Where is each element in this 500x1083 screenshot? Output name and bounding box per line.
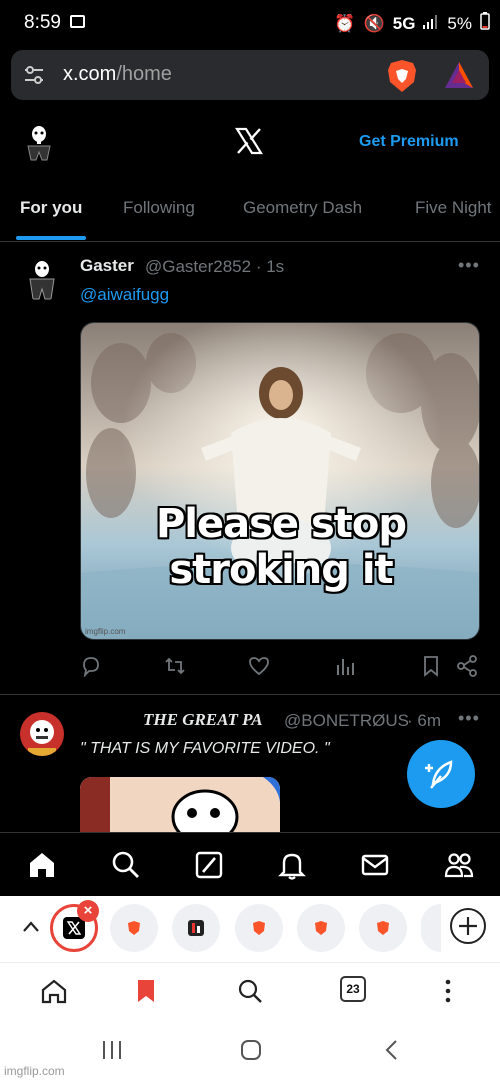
tweet[interactable]: Gaster @Gaster2852 · 1s ••• @aiwaifugg P…: [0, 243, 500, 695]
bookmark-icon[interactable]: [420, 655, 442, 677]
reply-icon[interactable]: [80, 655, 102, 677]
tweet-handle[interactable]: @BONETRØUS: [284, 711, 409, 731]
battery-percent: 5%: [447, 13, 472, 33]
communities-icon[interactable]: [443, 849, 475, 881]
image-notification-icon: [70, 15, 85, 28]
tweet-time[interactable]: · 6m: [407, 711, 441, 731]
browser-tab[interactable]: [235, 904, 283, 952]
imgflip-watermark: imgflip.com: [4, 1064, 65, 1078]
mute-icon: 🔇: [363, 13, 385, 33]
meme-caption: Please stop stroking it: [155, 501, 407, 593]
network-type: 5G: [392, 13, 416, 33]
timeline-tabs: For you Following Geometry Dash Five Nig…: [0, 188, 500, 242]
retweet-icon[interactable]: [164, 655, 186, 677]
more-options-icon[interactable]: •••: [458, 708, 480, 729]
browser-tab[interactable]: [110, 904, 158, 952]
tab-switcher-button[interactable]: 23: [340, 976, 366, 1002]
tab-following[interactable]: Following: [123, 198, 195, 218]
tab-geometry-dash[interactable]: Geometry Dash: [243, 198, 362, 218]
brave-shield-icon[interactable]: [385, 58, 419, 94]
brave-favicon-icon: [315, 921, 327, 935]
tweet-media-image[interactable]: Please stop stroking it imgflip.com: [80, 322, 480, 640]
notifications-bell-icon[interactable]: [276, 849, 308, 881]
brave-rewards-icon[interactable]: [443, 60, 475, 90]
tweet-author-name[interactable]: THE GREAT PA: [143, 710, 263, 730]
close-tab-icon[interactable]: ×: [77, 900, 99, 922]
battery-charging-icon: [480, 12, 490, 35]
browser-tab-strip: [0, 896, 500, 962]
get-premium-button[interactable]: Get Premium: [359, 133, 459, 151]
browser-tab[interactable]: [359, 904, 407, 952]
brave-favicon-icon: [128, 921, 140, 935]
url-domain: x.com: [63, 63, 117, 85]
home-icon[interactable]: [26, 849, 58, 881]
tab-five-night[interactable]: Five Night: [415, 198, 492, 218]
address-bar[interactable]: x.com/home: [11, 50, 489, 100]
grok-icon[interactable]: [193, 849, 225, 881]
status-time: 8:59: [24, 12, 61, 33]
url-path: /home: [116, 63, 172, 85]
tweet-mention-link[interactable]: @aiwaifugg: [80, 285, 169, 305]
share-icon[interactable]: [456, 655, 478, 677]
search-icon[interactable]: [110, 849, 142, 881]
status-bar: 8:59 ⏰ 🔇 5G 5%: [0, 0, 500, 46]
tweet-text: " THAT IS MY FAVORITE VIDEO. ": [80, 740, 330, 757]
messages-mail-icon[interactable]: [359, 849, 391, 881]
compose-feather-icon: [425, 760, 453, 789]
compose-post-button[interactable]: [407, 740, 475, 808]
more-options-icon[interactable]: •••: [458, 255, 480, 276]
menu-dots-icon[interactable]: [434, 977, 462, 1005]
active-tab-indicator: [16, 236, 86, 240]
tweet-media-image[interactable]: [80, 777, 280, 832]
profile-avatar-icon[interactable]: [20, 124, 58, 164]
brave-favicon-icon: [377, 921, 389, 935]
new-tab-plus-icon[interactable]: [448, 906, 488, 946]
chevron-up-icon[interactable]: [20, 916, 42, 938]
tweet-handle-time[interactable]: @Gaster2852 · 1s: [145, 257, 284, 277]
browser-tab[interactable]: [421, 904, 441, 952]
home-button-icon[interactable]: [239, 1038, 263, 1062]
recent-apps-icon[interactable]: [100, 1038, 124, 1062]
avatar[interactable]: [20, 257, 64, 301]
tune-icon[interactable]: [23, 65, 45, 85]
browser-tab[interactable]: [297, 904, 345, 952]
home-icon[interactable]: [40, 977, 68, 1005]
tab-for-you[interactable]: For you: [20, 198, 82, 218]
media-watermark: imgflip.com: [85, 627, 126, 636]
signal-icon: [423, 14, 439, 34]
android-nav-bar: [0, 1020, 500, 1083]
status-indicators: ⏰ 🔇 5G 5%: [334, 12, 490, 35]
alarm-icon: ⏰: [334, 13, 356, 33]
avatar[interactable]: [20, 712, 64, 756]
browser-tab[interactable]: [172, 904, 220, 952]
like-icon[interactable]: [248, 655, 270, 677]
search-icon[interactable]: [236, 977, 264, 1005]
tweet-author-name[interactable]: Gaster: [80, 256, 134, 276]
bookmarks-icon[interactable]: [132, 977, 160, 1005]
x-logo-icon[interactable]: [234, 126, 264, 156]
views-icon[interactable]: [334, 655, 356, 677]
back-chevron-icon[interactable]: [380, 1038, 404, 1062]
browser-toolbar: [0, 962, 500, 1020]
imgflip-favicon-icon: [188, 920, 204, 936]
url-text[interactable]: x.com/home: [63, 63, 172, 86]
brave-favicon-icon: [253, 921, 265, 935]
tweet-actions: [80, 655, 480, 681]
x-bottom-nav: [0, 832, 500, 896]
